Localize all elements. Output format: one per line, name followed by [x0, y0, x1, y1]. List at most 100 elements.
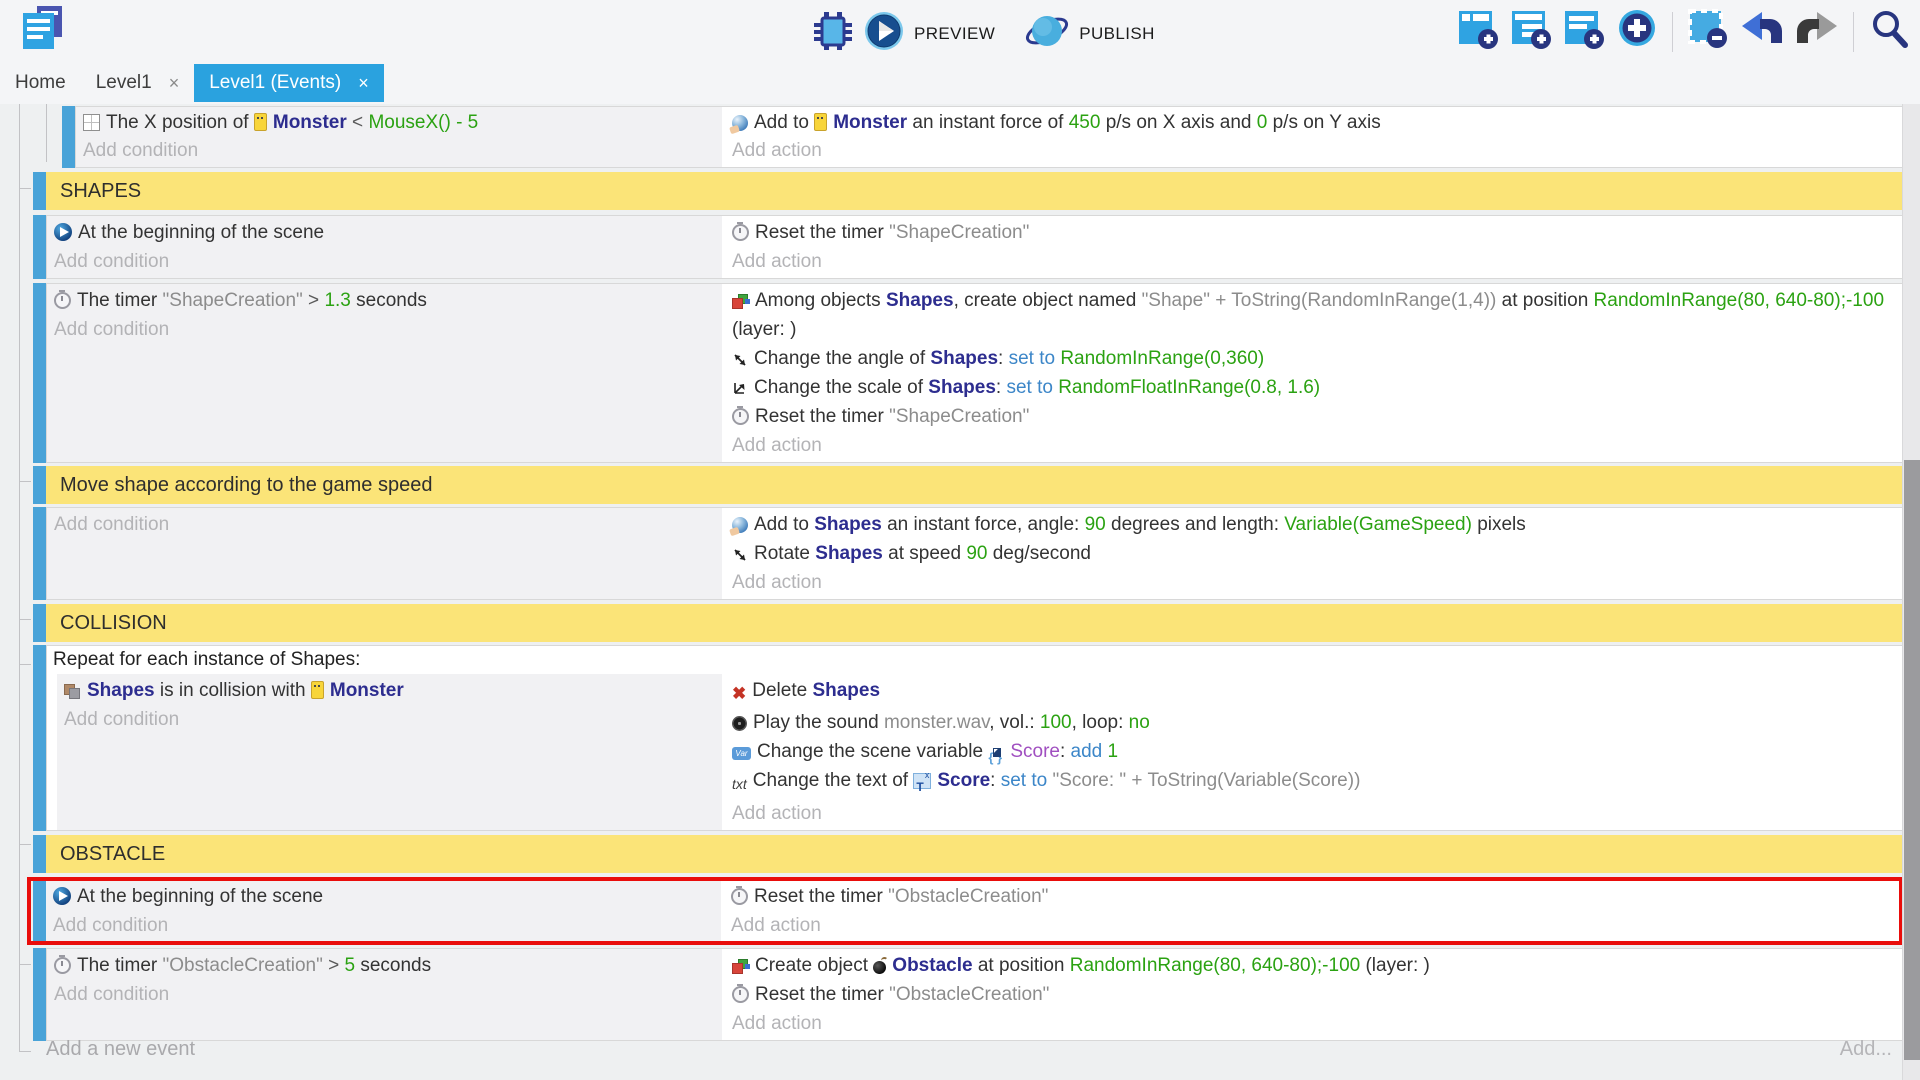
begin-icon	[53, 887, 71, 905]
debug-icon[interactable]	[812, 10, 854, 57]
add-condition-button[interactable]: Add condition	[57, 705, 722, 734]
action-line[interactable]: Among objects Shapes, create object name…	[725, 286, 1902, 344]
event-selection-bar[interactable]	[33, 881, 46, 941]
condition-line[interactable]: At the beginning of the scene	[46, 882, 721, 911]
text-segment: Reset the timer	[755, 984, 889, 1005]
condition-line[interactable]: The timer "ObstacleCreation" > 5 seconds	[47, 951, 722, 980]
redo-icon[interactable]	[1795, 8, 1839, 55]
create-object-icon	[732, 294, 749, 309]
delete-selection-icon[interactable]	[1687, 8, 1729, 55]
text-segment: 90	[966, 543, 987, 564]
text-segment: Add to	[754, 514, 814, 535]
tab-level1[interactable]: Level1×	[81, 64, 195, 102]
action-line[interactable]: Rotate Shapes at speed 90 deg/second	[725, 539, 1902, 568]
event-selection-bar[interactable]	[33, 835, 46, 873]
tab-label: Level1 (Events)	[209, 72, 341, 94]
highlighted-event-outline: At the beginning of the sceneAdd conditi…	[27, 877, 1903, 945]
tree-line	[20, 188, 31, 189]
group-header[interactable]: Move shape according to the game speed	[46, 466, 1903, 504]
event-selection-bar[interactable]	[33, 172, 46, 210]
event-selection-bar[interactable]	[33, 466, 46, 504]
action-line[interactable]: Change the angle of Shapes: set to Rando…	[725, 344, 1902, 373]
scrollbar-thumb[interactable]	[1904, 460, 1920, 1060]
timer-icon	[732, 986, 749, 1003]
add-other-icon[interactable]	[1616, 8, 1658, 55]
text-segment: At the beginning of the scene	[78, 222, 324, 243]
close-tab-icon[interactable]: ×	[358, 73, 369, 94]
group-header[interactable]: OBSTACLE	[46, 835, 1903, 873]
add-action-button[interactable]: Add action	[725, 799, 1902, 828]
event-selection-bar[interactable]	[33, 948, 46, 1041]
event-selection-bar[interactable]	[33, 283, 46, 463]
add-action-button[interactable]: Add action	[725, 1009, 1902, 1038]
project-manager-icon[interactable]	[22, 6, 64, 57]
add-condition-button[interactable]: Add condition	[47, 510, 722, 539]
add-action-button[interactable]: Add action	[725, 568, 1902, 597]
action-line[interactable]: Play the sound monster.wav, vol.: 100, l…	[725, 708, 1902, 737]
add-condition-button[interactable]: Add condition	[47, 315, 722, 344]
action-line[interactable]: Add to Shapes an instant force, angle: 9…	[725, 510, 1902, 539]
preview-label[interactable]: PREVIEW	[914, 24, 995, 44]
add-comment-icon[interactable]	[1563, 8, 1605, 55]
tab-bar: HomeLevel1× Level1 (Events) ×	[0, 62, 1920, 104]
undo-icon[interactable]	[1740, 8, 1784, 55]
tab-level1-events[interactable]: Level1 (Events) ×	[194, 64, 384, 102]
condition-line[interactable]: The timer "ShapeCreation" > 1.3 seconds	[47, 286, 722, 315]
action-line[interactable]: Reset the timer "ShapeCreation"	[725, 402, 1902, 431]
action-line[interactable]: Change the scale of Shapes: set to Rando…	[725, 373, 1902, 402]
text-segment: (layer: )	[732, 319, 796, 340]
action-line[interactable]: Change the scene variable Score: add 1	[725, 737, 1902, 766]
main-toolbar: PREVIEW PUBLISH	[0, 0, 1920, 62]
event-row: The timer "ShapeCreation" > 1.3 secondsA…	[33, 283, 1903, 463]
condition-line[interactable]: At the beginning of the scene	[47, 218, 722, 247]
add-action-button[interactable]: Add action	[725, 247, 1902, 276]
search-icon[interactable]	[1868, 8, 1910, 55]
event-selection-bar[interactable]	[62, 106, 75, 168]
text-segment: :	[990, 770, 1001, 791]
add-condition-button[interactable]: Add condition	[46, 911, 721, 940]
add-sub-event-icon[interactable]	[1510, 8, 1552, 55]
event-selection-bar[interactable]	[33, 507, 46, 600]
close-tab-icon[interactable]: ×	[169, 73, 180, 94]
group-row: SHAPES	[33, 172, 1903, 210]
repeat-event-label[interactable]: Repeat for each instance of Shapes:	[47, 646, 1902, 674]
condition-line[interactable]: The X position of Monster < MouseX() - 5	[76, 109, 722, 137]
action-line[interactable]: Reset the timer "ObstacleCreation"	[724, 882, 1899, 911]
action-line[interactable]: Change the text of Score: set to "Score:…	[725, 766, 1902, 799]
action-line[interactable]: Reset the timer "ObstacleCreation"	[725, 980, 1902, 1009]
preview-play-icon[interactable]	[864, 11, 904, 56]
action-line[interactable]: Add to Monster an instant force of 450 p…	[725, 109, 1902, 137]
add-new-event-button[interactable]: Add a new event	[46, 1038, 195, 1061]
add-condition-button[interactable]: Add condition	[47, 980, 722, 1009]
event-selection-bar[interactable]	[33, 645, 46, 831]
text-segment: 100	[1040, 712, 1072, 733]
group-row: OBSTACLE	[33, 835, 1903, 873]
add-event-icon[interactable]	[1457, 8, 1499, 55]
timer-icon	[731, 888, 748, 905]
tab-home[interactable]: Home	[0, 64, 81, 102]
add-action-button[interactable]: Add action	[724, 911, 1899, 940]
collision-icon	[64, 684, 81, 699]
group-header[interactable]: SHAPES	[46, 172, 1903, 210]
timer-icon	[54, 957, 71, 974]
scrollbar-track[interactable]	[1902, 104, 1920, 1080]
add-more-button[interactable]: Add...	[1840, 1038, 1892, 1061]
event-row: Repeat for each instance of Shapes:Shape…	[33, 645, 1903, 831]
group-header[interactable]: COLLISION	[46, 604, 1903, 642]
add-condition-button[interactable]: Add condition	[47, 247, 722, 276]
action-line[interactable]: Create object Obstacle at position Rando…	[725, 951, 1902, 980]
add-action-button[interactable]: Add action	[725, 137, 1902, 165]
action-line[interactable]: Delete Shapes	[725, 676, 1902, 708]
event-selection-bar[interactable]	[33, 604, 46, 642]
condition-line[interactable]: Shapes is in collision with Monster	[57, 676, 722, 705]
action-line[interactable]: Reset the timer "ShapeCreation"	[725, 218, 1902, 247]
tree-line	[20, 481, 31, 482]
event-selection-bar[interactable]	[33, 215, 46, 279]
add-condition-button[interactable]: Add condition	[76, 137, 722, 165]
text-segment: 450	[1069, 112, 1101, 133]
text-segment: "ObstacleCreation"	[889, 984, 1049, 1005]
add-action-button[interactable]: Add action	[725, 431, 1902, 460]
publish-label[interactable]: PUBLISH	[1079, 24, 1155, 44]
publish-globe-icon[interactable]	[1025, 10, 1069, 57]
tree-line	[19, 104, 20, 1052]
